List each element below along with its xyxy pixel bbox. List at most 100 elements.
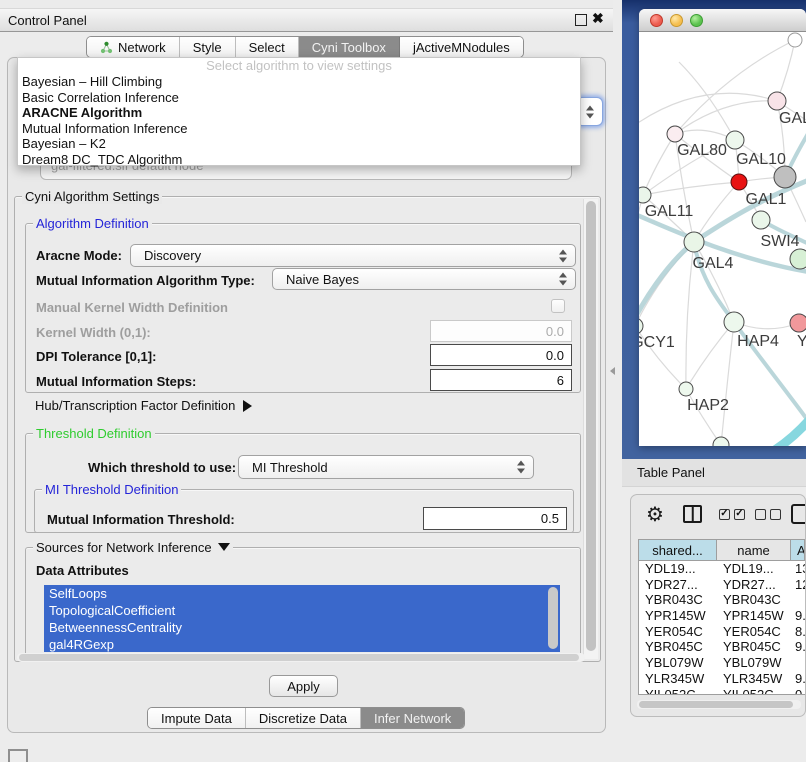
algorithm-option[interactable]: Mutual Information Inference xyxy=(18,121,580,137)
network-window-titlebar[interactable] xyxy=(639,9,806,32)
document-icon[interactable] xyxy=(791,504,806,524)
mi-steps-field[interactable]: 6 xyxy=(430,369,572,391)
network-node[interactable] xyxy=(639,187,651,203)
settings-vertical-scrollbar[interactable] xyxy=(583,199,598,659)
network-node[interactable] xyxy=(726,131,744,149)
table-row[interactable]: YPR145WYPR145W9. xyxy=(639,608,805,624)
network-window: GALGAL80GAL10GAL1GAL11SWI4GAL4GCY1HAP4YH… xyxy=(639,9,806,446)
attribute-item[interactable]: SelfLoops xyxy=(44,585,560,602)
table-row[interactable]: YLR345WYLR345W9. xyxy=(639,671,805,687)
tab-jactivemnodules[interactable]: jActiveMNodules xyxy=(400,37,523,57)
network-node[interactable] xyxy=(713,437,729,446)
network-node[interactable] xyxy=(731,174,747,190)
tab-discretize-data[interactable]: Discretize Data xyxy=(246,708,361,728)
sources-group: Sources for Network Inference Data Attri… xyxy=(25,547,581,659)
algorithm-option[interactable]: Dream8 DC_TDC Algorithm xyxy=(18,152,580,168)
settings-horizontal-scrollbar[interactable] xyxy=(17,653,585,662)
table-cell: YDL19... xyxy=(639,561,717,577)
table-horizontal-scrollbar[interactable] xyxy=(637,700,801,709)
hub-definition-label: Hub/Transcription Factor Definition xyxy=(35,398,235,413)
hub-definition-toggle[interactable]: Hub/Transcription Factor Definition xyxy=(35,398,252,413)
network-node[interactable] xyxy=(790,249,806,269)
attribute-item[interactable]: TopologicalCoefficient xyxy=(44,602,560,619)
attribute-item[interactable]: gal4RGexp xyxy=(44,636,560,652)
network-node[interactable] xyxy=(667,126,683,142)
list-scrollbar-thumb[interactable] xyxy=(548,587,558,649)
scrollbar-thumb[interactable] xyxy=(639,701,793,708)
table-row[interactable]: YIL052CYIL052C0. xyxy=(639,687,805,696)
column-header-shared[interactable]: shared... xyxy=(639,540,717,560)
node-table[interactable]: shared... name A YDL19...YDL19...13YDR27… xyxy=(638,539,806,695)
network-node[interactable] xyxy=(679,382,693,396)
which-threshold-combo[interactable]: MI Threshold xyxy=(238,455,534,479)
network-node[interactable] xyxy=(724,312,744,332)
table-body: YDL19...YDL19...13YDR27...YDR27...12YBR0… xyxy=(639,561,805,695)
tab-impute-data[interactable]: Impute Data xyxy=(148,708,246,728)
algorithm-option[interactable]: Bayesian – K2 xyxy=(18,136,580,152)
tab-infer-network[interactable]: Infer Network xyxy=(361,708,464,728)
minimize-traffic-light-icon[interactable] xyxy=(670,14,683,27)
scrollbar-thumb[interactable] xyxy=(19,654,579,661)
network-node[interactable] xyxy=(790,314,806,332)
cyni-algorithm-settings-group: Cyni Algorithm Settings Algorithm Defini… xyxy=(14,196,601,662)
table-cell: YDL19... xyxy=(717,561,791,577)
tab-cyni-toolbox[interactable]: Cyni Toolbox xyxy=(299,37,400,57)
panel-divider-handle[interactable] xyxy=(610,367,615,375)
tab-label: Select xyxy=(249,40,285,55)
tab-network[interactable]: Network xyxy=(87,37,180,57)
table-row[interactable]: YDR27...YDR27...12 xyxy=(639,577,805,593)
table-cell: 0. xyxy=(791,687,805,696)
column-header-clipped[interactable]: A xyxy=(791,540,805,560)
table-row[interactable]: YBR045CYBR045C9. xyxy=(639,639,805,655)
zoom-traffic-light-icon[interactable] xyxy=(690,14,703,27)
gear-icon[interactable]: ⚙ xyxy=(646,502,664,527)
table-row[interactable]: YDL19...YDL19...13 xyxy=(639,561,805,577)
tab-select[interactable]: Select xyxy=(236,37,299,57)
mi-threshold-field[interactable]: 0.5 xyxy=(423,507,567,530)
table-row[interactable]: YER054CYER054C8. xyxy=(639,624,805,640)
select-all-checkbox-icon[interactable]: ✓ xyxy=(719,509,730,520)
scrollbar-thumb[interactable] xyxy=(586,201,596,651)
network-node-label: GCY1 xyxy=(639,334,675,351)
tab-style[interactable]: Style xyxy=(180,37,236,57)
network-canvas[interactable]: GALGAL80GAL10GAL1GAL11SWI4GAL4GCY1HAP4YH… xyxy=(639,32,806,446)
columns-icon[interactable] xyxy=(683,505,702,523)
deselect-all-checkbox-icon[interactable] xyxy=(755,509,766,520)
float-window-icon[interactable] xyxy=(575,14,587,26)
network-node[interactable] xyxy=(684,232,704,252)
algorithm-definition-title: Algorithm Definition xyxy=(33,216,152,231)
algorithm-option[interactable]: ARACNE Algorithm xyxy=(18,105,580,121)
aracne-mode-combo[interactable]: Discovery xyxy=(130,244,576,267)
mi-threshold-definition-title: MI Threshold Definition xyxy=(42,482,181,497)
aracne-mode-value: Discovery xyxy=(144,248,201,263)
sources-group-title[interactable]: Sources for Network Inference xyxy=(33,540,233,555)
attribute-item[interactable]: BetweennessCentrality xyxy=(44,619,560,636)
manual-kernel-checkbox[interactable] xyxy=(551,299,565,313)
table-row[interactable]: YBL079WYBL079W xyxy=(639,655,805,671)
network-node[interactable] xyxy=(639,318,643,334)
close-icon[interactable]: ✖ xyxy=(592,10,604,27)
mi-type-combo[interactable]: Naive Bayes xyxy=(272,268,576,290)
control-panel-titlebar: Control Panel ✖ xyxy=(0,9,613,32)
data-attributes-list[interactable]: SelfLoopsTopologicalCoefficientBetweenne… xyxy=(44,585,560,652)
network-node[interactable] xyxy=(774,166,796,188)
column-header-name[interactable]: name xyxy=(717,540,791,560)
network-node[interactable] xyxy=(768,92,786,110)
network-node[interactable] xyxy=(752,211,770,229)
minimized-panel-icon[interactable] xyxy=(8,749,28,762)
algorithm-option[interactable]: Basic Correlation Inference xyxy=(18,90,580,106)
apply-button[interactable]: Apply xyxy=(269,675,338,697)
select-all-checkbox-icon[interactable]: ✓ xyxy=(734,509,745,520)
combo-spinner-icon xyxy=(586,105,595,118)
close-traffic-light-icon[interactable] xyxy=(650,14,663,27)
network-node[interactable] xyxy=(788,33,802,47)
algorithm-option[interactable]: Bayesian – Hill Climbing xyxy=(18,74,580,90)
tab-label: jActiveMNodules xyxy=(413,40,510,55)
mi-threshold-value: 0.5 xyxy=(541,511,559,526)
manual-kernel-label: Manual Kernel Width Definition xyxy=(36,300,228,315)
table-row[interactable]: YBR043CYBR043C xyxy=(639,592,805,608)
deselect-all-checkbox-icon[interactable] xyxy=(770,509,781,520)
dpi-tolerance-field[interactable]: 0.0 xyxy=(430,344,572,366)
mi-type-value: Naive Bayes xyxy=(286,272,359,287)
table-cell: YBR043C xyxy=(717,592,791,608)
